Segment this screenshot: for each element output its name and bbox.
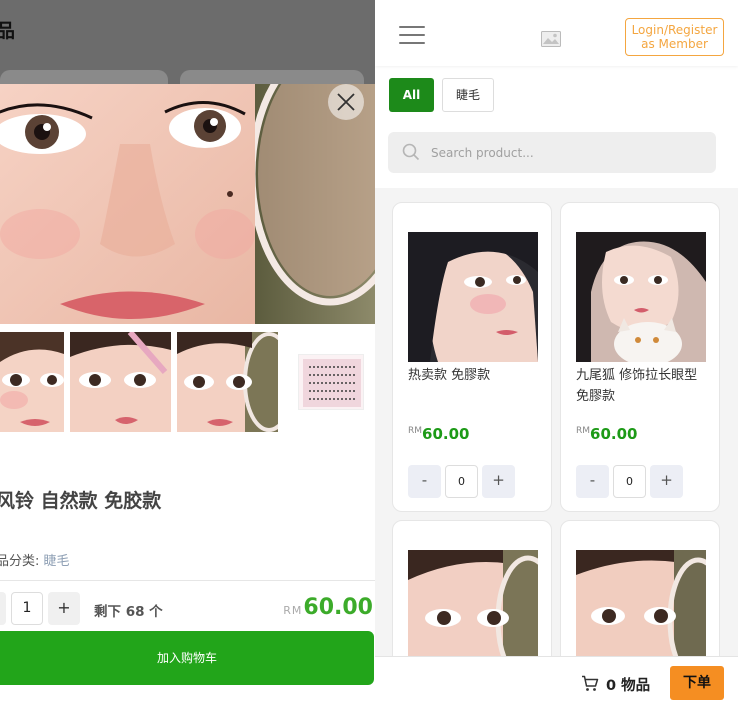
image-placeholder-icon[interactable] xyxy=(541,31,561,51)
divider xyxy=(0,580,375,581)
product-price: RM60.00 xyxy=(408,424,469,443)
product-card[interactable]: 热卖款 免膠款 RM60.00 - 0 + xyxy=(392,202,552,512)
checkout-button[interactable]: 下单 xyxy=(670,666,724,700)
category-label: 品分类: xyxy=(0,554,44,569)
product-detail-panel: 品 风铃 自然款 免胶款 品分类: 睫毛 1 + 剩下 68 个 RM60.00… xyxy=(0,0,375,710)
detail-price: RM60.00 xyxy=(283,595,373,620)
price-amount: 60.00 xyxy=(422,425,470,443)
detail-minus-button[interactable] xyxy=(0,592,6,625)
thumbnail-1[interactable] xyxy=(0,332,64,432)
price-amount: 60.00 xyxy=(590,425,638,443)
thumbnail-4-lash-tray[interactable] xyxy=(298,354,364,410)
store-header: Login/Register as Member xyxy=(375,0,738,66)
detail-top-overlay: 品 xyxy=(0,0,375,90)
cart-item-count[interactable]: 0 物品 xyxy=(606,674,650,695)
thumbnail-2[interactable] xyxy=(70,332,171,432)
app-root: 品 风铃 自然款 免胶款 品分类: 睫毛 1 + 剩下 68 个 RM60.00… xyxy=(0,0,738,710)
cart-footer: 0 物品 下单 xyxy=(375,656,738,710)
category-all-button[interactable]: All xyxy=(389,78,434,112)
price-amount: 60.00 xyxy=(303,595,373,620)
detail-stock-left: 剩下 68 个 xyxy=(94,604,163,620)
search-input[interactable] xyxy=(431,132,701,173)
detail-category: 品分类: 睫毛 xyxy=(0,550,70,569)
quantity-plus-button[interactable]: + xyxy=(650,465,683,498)
detail-quantity-input[interactable]: 1 xyxy=(11,592,43,625)
detail-plus-button[interactable]: + xyxy=(48,592,80,625)
quantity-plus-button[interactable]: + xyxy=(482,465,515,498)
product-image xyxy=(576,232,706,362)
menu-icon[interactable] xyxy=(399,26,425,46)
store-panel: Login/Register as Member All 睫毛 Search p… xyxy=(375,0,738,710)
close-icon xyxy=(337,93,355,111)
quantity-minus-button[interactable]: - xyxy=(576,465,609,498)
category-link[interactable]: 睫毛 xyxy=(44,554,70,569)
detail-product-name: 风铃 自然款 免胶款 xyxy=(0,490,162,512)
quantity-minus-button[interactable]: - xyxy=(408,465,441,498)
quantity-input[interactable]: 0 xyxy=(613,465,646,498)
thumbnail-3[interactable] xyxy=(177,332,278,432)
currency-label: RM xyxy=(283,604,303,617)
detail-header-title: 品 xyxy=(0,20,16,42)
close-button[interactable] xyxy=(328,84,364,120)
product-main-photo xyxy=(0,84,375,324)
product-card[interactable]: 九尾狐 修饰拉长眼型 免膠款 RM60.00 - 0 + xyxy=(560,202,720,512)
product-image xyxy=(408,232,538,362)
product-price: RM60.00 xyxy=(576,424,637,443)
search-icon xyxy=(402,143,420,161)
add-to-cart-button[interactable]: 加入购物车 xyxy=(0,631,374,685)
product-name[interactable]: 九尾狐 修饰拉长眼型 免膠款 xyxy=(576,365,711,407)
currency-label: RM xyxy=(576,426,591,436)
login-register-button[interactable]: Login/Register as Member xyxy=(625,18,724,56)
category-lash-button[interactable]: 睫毛 xyxy=(442,78,494,112)
search-bar xyxy=(388,132,716,173)
cart-icon[interactable] xyxy=(581,675,599,692)
currency-label: RM xyxy=(408,426,423,436)
product-name[interactable]: 热卖款 免膠款 xyxy=(408,365,543,386)
quantity-input[interactable]: 0 xyxy=(445,465,478,498)
